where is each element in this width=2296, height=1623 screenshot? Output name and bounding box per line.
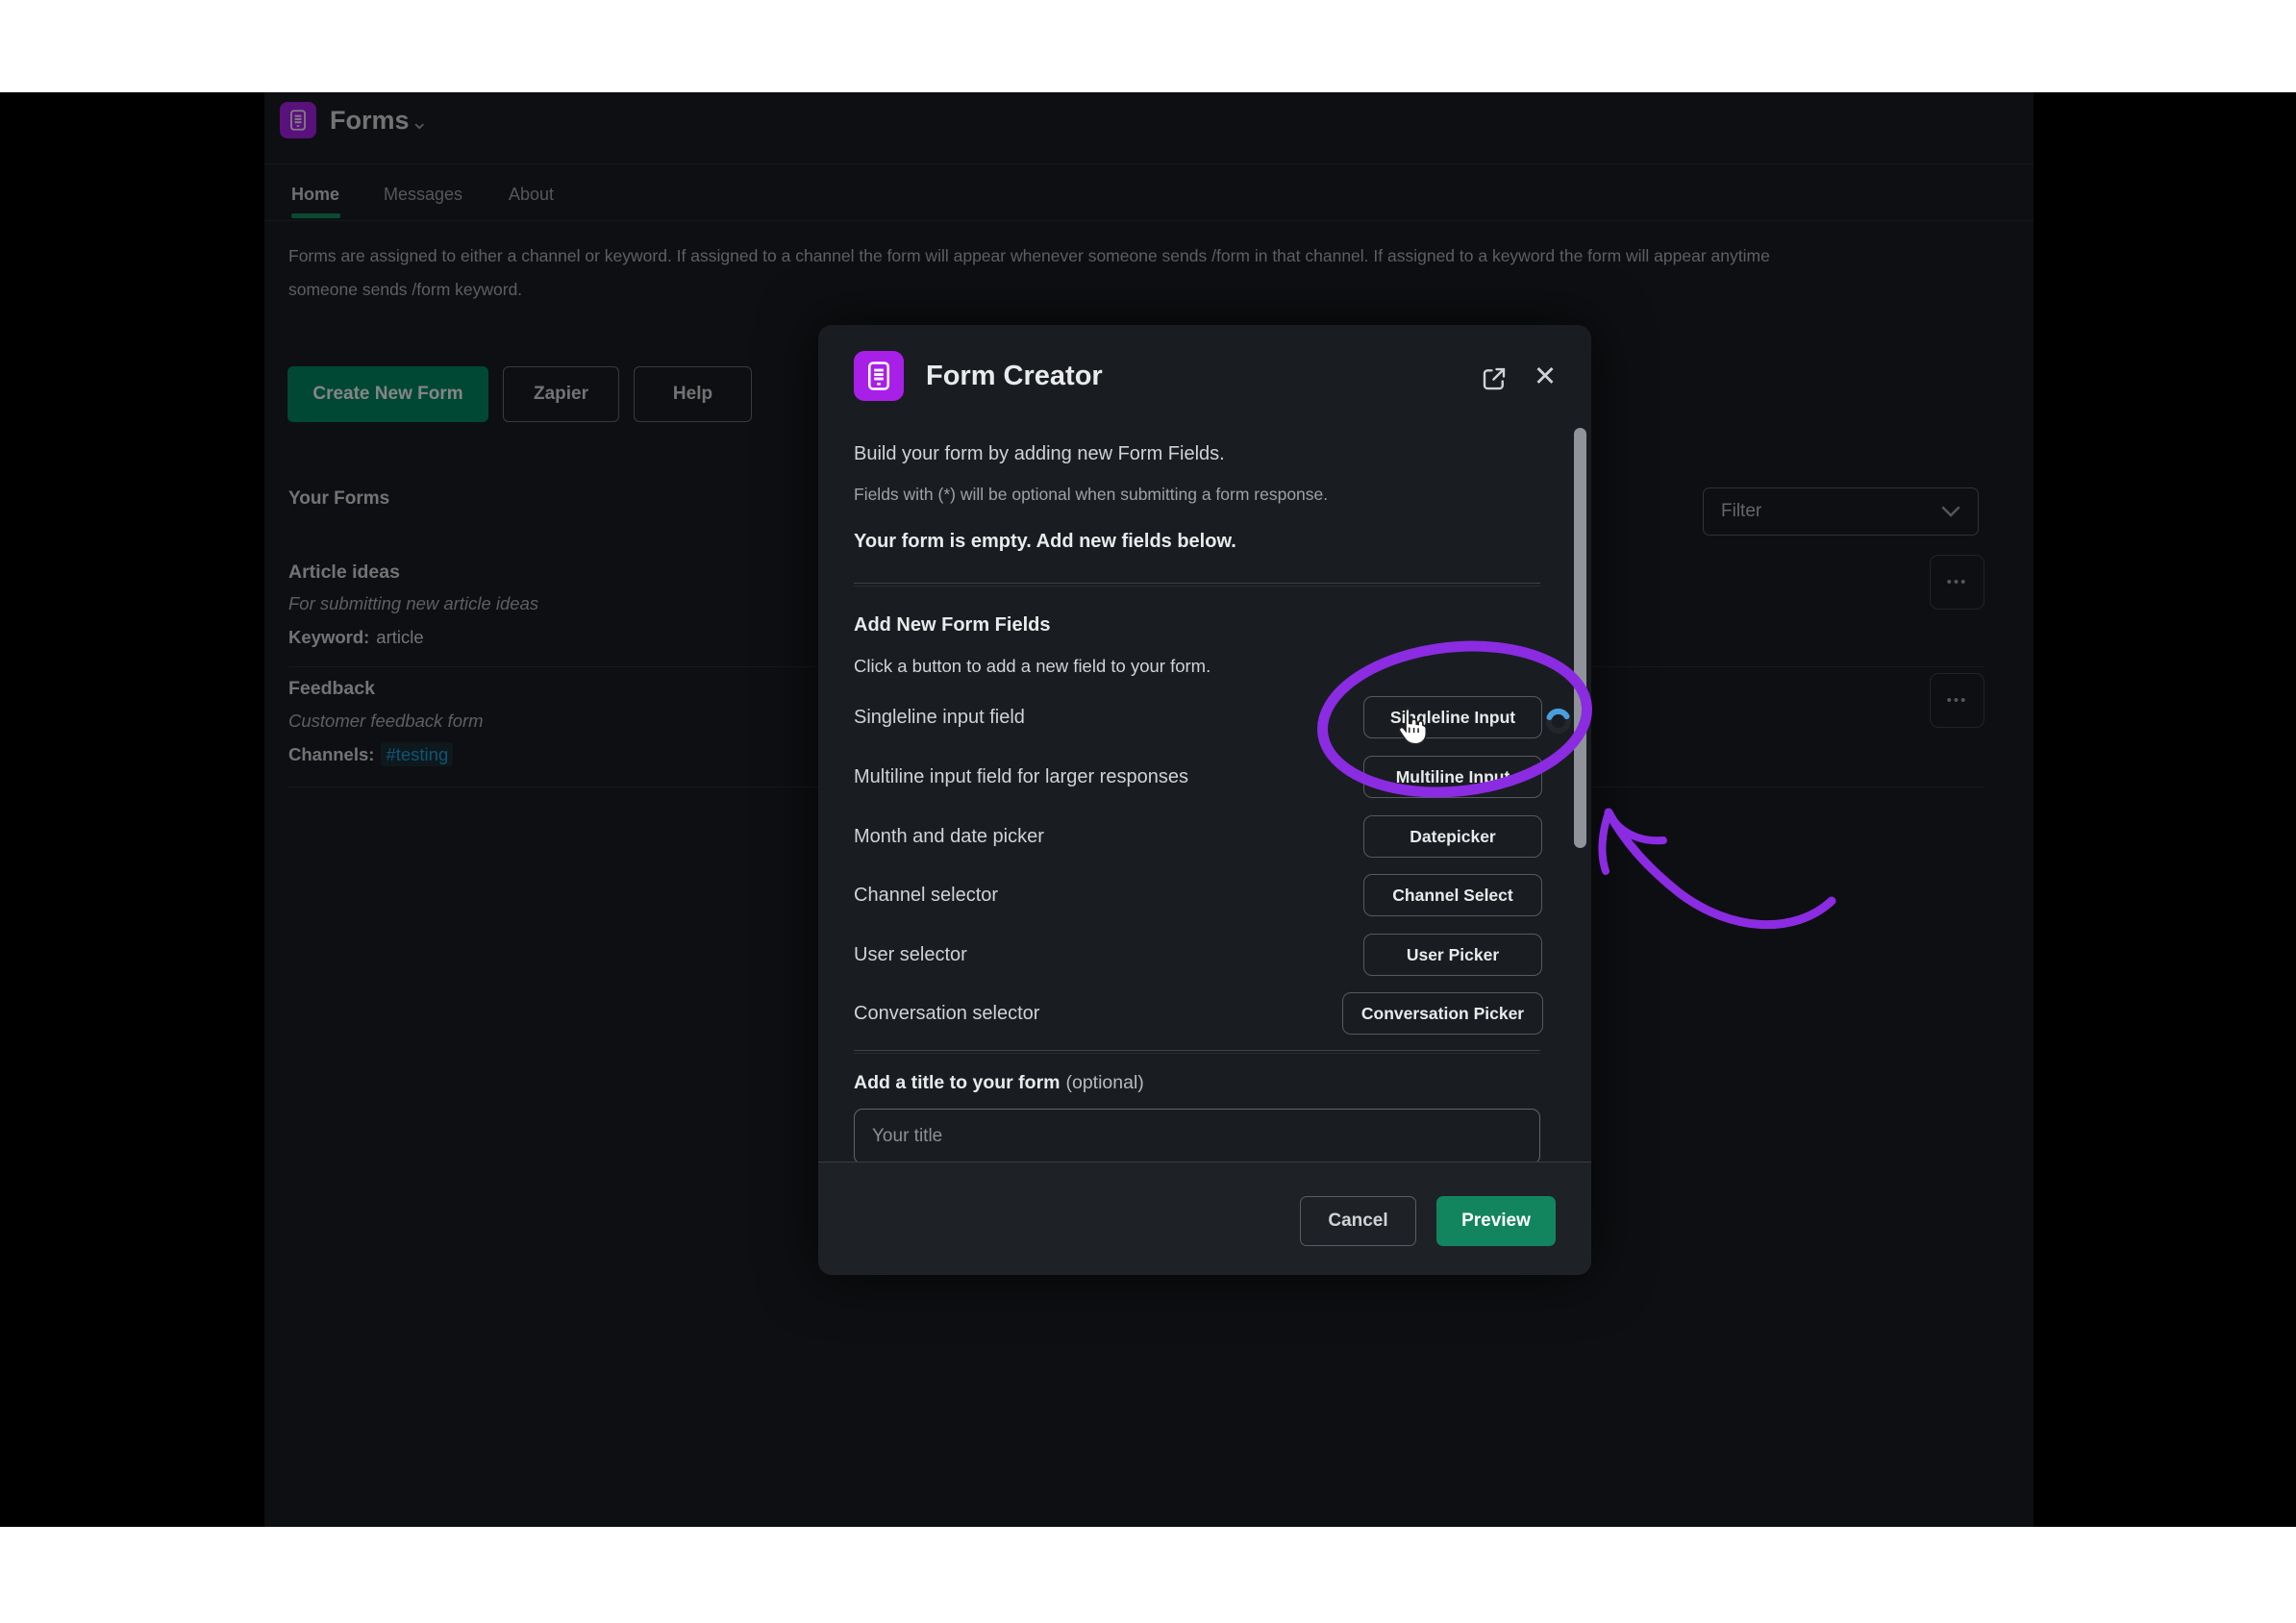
form-glyph-icon: [861, 359, 896, 393]
form-title-heading: Add a title to your form(optional): [854, 1072, 1144, 1094]
field-label-channel: Channel selector: [854, 885, 998, 907]
screenshot-page: Forms ⌄ Home Messages About Forms are as…: [0, 0, 2296, 1623]
field-label-singleline: Singleline input field: [854, 707, 1025, 729]
form-title-input[interactable]: [854, 1109, 1540, 1164]
empty-form-message: Your form is empty. Add new fields below…: [854, 531, 1236, 553]
app-canvas: Forms ⌄ Home Messages About Forms are as…: [0, 92, 2296, 1527]
modal-title: Form Creator: [926, 361, 1103, 392]
field-label-conversation: Conversation selector: [854, 1003, 1039, 1025]
field-label-user: User selector: [854, 944, 967, 966]
form-creator-modal: Form Creator ✕ Build your form by adding…: [818, 325, 1591, 1275]
modal-footer: Cancel Preview: [818, 1161, 1591, 1275]
singleline-input-button[interactable]: Singleline Input: [1363, 696, 1542, 738]
user-picker-button[interactable]: User Picker: [1363, 934, 1542, 976]
preview-button[interactable]: Preview: [1436, 1196, 1556, 1246]
modal-intro-text: Build your form by adding new Form Field…: [854, 443, 1225, 465]
add-fields-hint: Click a button to add a new field to you…: [854, 656, 1210, 677]
form-title-heading-bold: Add a title to your form: [854, 1072, 1061, 1093]
multiline-input-button[interactable]: Multiline Input: [1363, 756, 1542, 798]
datepicker-button[interactable]: Datepicker: [1363, 815, 1542, 858]
open-external-icon[interactable]: [1480, 364, 1509, 393]
cancel-button[interactable]: Cancel: [1300, 1196, 1416, 1246]
conversation-picker-button[interactable]: Conversation Picker: [1342, 992, 1543, 1035]
modal-divider: [854, 583, 1540, 587]
channel-select-button[interactable]: Channel Select: [1363, 874, 1542, 916]
modal-optional-note: Fields with (*) will be optional when su…: [854, 485, 1328, 505]
forms-app-icon: [854, 351, 904, 401]
field-label-datepicker: Month and date picker: [854, 826, 1044, 848]
modal-divider: [854, 1050, 1540, 1054]
field-label-multiline: Multiline input field for larger respons…: [854, 766, 1188, 788]
form-title-optional: (optional): [1066, 1072, 1144, 1093]
add-fields-heading: Add New Form Fields: [854, 614, 1050, 637]
close-icon[interactable]: ✕: [1530, 362, 1560, 392]
modal-scrollbar[interactable]: [1574, 428, 1586, 848]
